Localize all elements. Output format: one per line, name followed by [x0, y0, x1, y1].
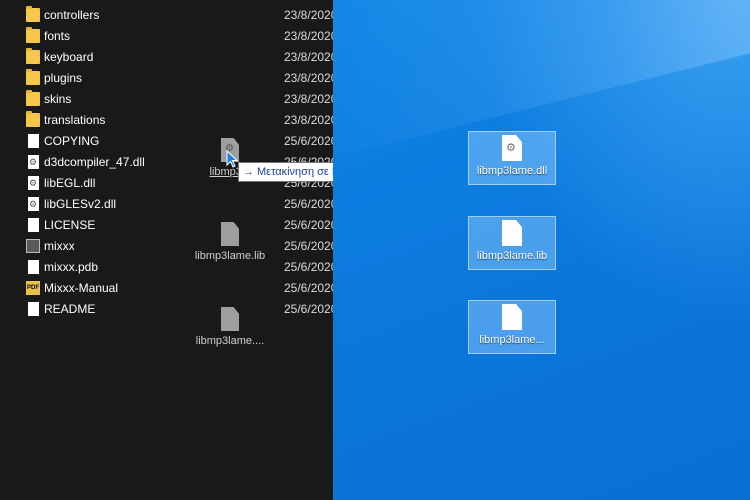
drag-ghost-lib: libmp3lame.lib: [190, 222, 270, 262]
desktop-icon-dll[interactable]: libmp3lame.dll: [468, 131, 556, 185]
desktop-icon-other[interactable]: libmp3lame...: [468, 300, 556, 354]
file-row-readme[interactable]: README 25/6/2020: [0, 299, 333, 320]
pdf-icon: PDF: [26, 281, 40, 295]
file-row-keyboard[interactable]: keyboard 23/8/2020: [0, 47, 333, 68]
file-date: 25/6/2020: [284, 218, 333, 232]
folder-icon: [26, 111, 40, 127]
drag-tooltip-text: Μετακίνηση σε Mixxx: [257, 166, 333, 178]
file-date: 23/8/2020: [284, 71, 333, 85]
arrow-right-icon: →: [243, 166, 254, 178]
file-name: libEGL.dll: [44, 176, 96, 190]
file-row-controllers[interactable]: controllers 23/8/2020: [0, 5, 333, 26]
drag-ghost-label: libmp3lame.lib: [194, 250, 266, 262]
file-row-mixxx[interactable]: mixxx 25/6/2020: [0, 236, 333, 257]
file-date: 25/6/2020: [284, 302, 333, 316]
dll-file-icon: [28, 176, 39, 190]
file-date: 25/6/2020: [284, 239, 333, 253]
file-icon: [221, 222, 239, 246]
folder-icon: [26, 90, 40, 106]
file-name: README: [44, 302, 96, 316]
file-date: 23/8/2020: [284, 113, 333, 127]
file-name: mixxx.pdb: [44, 260, 99, 274]
mouse-cursor-icon: [226, 150, 238, 168]
file-row-license[interactable]: LICENSE 25/6/2020: [0, 215, 333, 236]
drag-ghost-other: libmp3lame....: [190, 307, 270, 347]
gear-file-icon: [502, 135, 522, 161]
file-row-plugins[interactable]: plugins 23/8/2020: [0, 68, 333, 89]
file-row-skins[interactable]: skins 23/8/2020: [0, 89, 333, 110]
file-row-mixxx-pdb[interactable]: mixxx.pdb 25/6/2020: [0, 257, 333, 278]
file-name: COPYING: [44, 134, 100, 148]
file-icon: [28, 218, 39, 232]
file-icon: [502, 220, 522, 246]
file-date: 23/8/2020: [284, 29, 333, 43]
file-icon: [221, 307, 239, 331]
file-name: translations: [44, 113, 106, 127]
file-row-mixxx-manual[interactable]: PDF Mixxx-Manual 25/6/2020: [0, 278, 333, 299]
dll-file-icon: [28, 197, 39, 211]
file-date: 25/6/2020: [284, 134, 333, 148]
file-row-copying[interactable]: COPYING 25/6/2020: [0, 131, 333, 152]
file-name: keyboard: [44, 50, 94, 64]
folder-icon: [26, 27, 40, 43]
desktop: libmp3lame.dll libmp3lame.lib libmp3lame…: [333, 0, 750, 500]
file-name: libGLESv2.dll: [44, 197, 117, 211]
desktop-icon-lib[interactable]: libmp3lame.lib: [468, 216, 556, 270]
drag-tooltip: →Μετακίνηση σε Mixxx: [238, 162, 333, 182]
file-name: mixxx: [44, 239, 75, 253]
folder-icon: [26, 48, 40, 64]
folder-icon: [26, 6, 40, 22]
file-name: fonts: [44, 29, 71, 43]
file-row-fonts[interactable]: fonts 23/8/2020: [0, 26, 333, 47]
desktop-icon-label: libmp3lame.dll: [476, 165, 548, 177]
file-date: 23/8/2020: [284, 8, 333, 22]
desktop-icon-label: libmp3lame...: [479, 334, 545, 346]
file-date: 25/6/2020: [284, 197, 333, 211]
file-name: Mixxx-Manual: [44, 281, 119, 295]
file-name: skins: [44, 92, 72, 106]
file-icon: [28, 260, 39, 274]
app-icon: [26, 239, 40, 253]
file-name: d3dcompiler_47.dll: [44, 155, 145, 169]
desktop-icon-label: libmp3lame.lib: [476, 250, 548, 262]
file-icon: [28, 302, 39, 316]
file-date: 25/6/2020: [284, 281, 333, 295]
file-row-translations[interactable]: translations 23/8/2020: [0, 110, 333, 131]
file-name: controllers: [44, 8, 100, 22]
file-row-libglesv2-dll[interactable]: libGLESv2.dll 25/6/2020: [0, 194, 333, 215]
file-icon: [502, 304, 522, 330]
file-date: 23/8/2020: [284, 50, 333, 64]
file-date: 25/6/2020: [284, 260, 333, 274]
dll-file-icon: [28, 155, 39, 169]
file-name: LICENSE: [44, 218, 96, 232]
drag-ghost-label: libmp3lame....: [195, 335, 265, 347]
file-name: plugins: [44, 71, 83, 85]
file-date: 23/8/2020: [284, 92, 333, 106]
file-explorer-pane: controllers 23/8/2020 fonts 23/8/2020 keyboa…: [0, 0, 333, 500]
file-icon: [28, 134, 39, 148]
folder-icon: [26, 69, 40, 85]
